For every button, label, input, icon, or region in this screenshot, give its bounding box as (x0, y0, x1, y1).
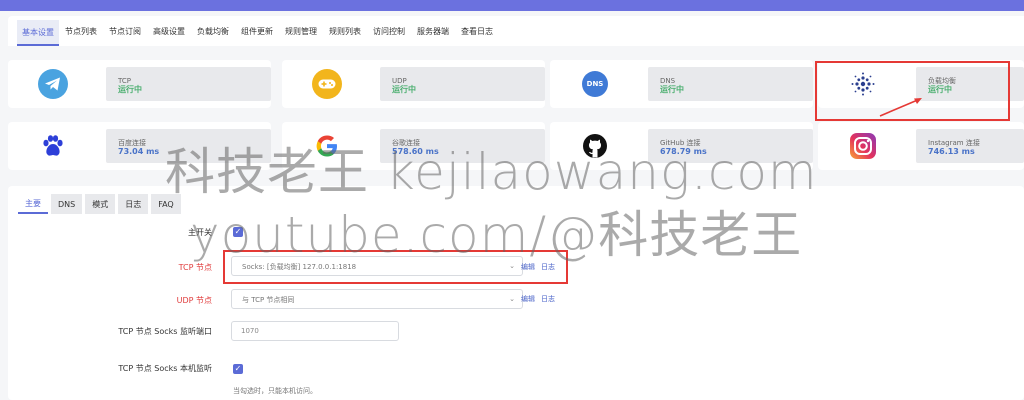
socks-port-input[interactable]: 1070 (231, 321, 399, 341)
tab-component-update[interactable]: 组件更新 (235, 16, 279, 46)
card-latency: 678.79 ms (660, 147, 707, 156)
annotation-arrow (879, 98, 922, 117)
status-card-baidu: 百度连接 73.04 ms (8, 122, 271, 170)
top-header-bar (0, 0, 1024, 11)
socks-local-hint: 当勾选时，只能本机访问。 (233, 387, 317, 395)
tab-rule-list[interactable]: 规则列表 (323, 16, 367, 46)
tab-view-logs[interactable]: 查看日志 (455, 16, 499, 46)
tab-basic-settings[interactable]: 基本设置 (17, 20, 59, 46)
card-name: 谷歌连接 (392, 139, 420, 147)
dns-icon: DNS (550, 60, 640, 108)
card-latency: 746.13 ms (928, 147, 975, 156)
socks-port-label: TCP 节点 Socks 监听端口 (118, 327, 212, 336)
card-latency: 578.60 ms (392, 147, 439, 156)
tab-node-list[interactable]: 节点列表 (59, 16, 103, 46)
card-name: Instagram 连接 (928, 139, 980, 147)
main-nav-tabs: 基本设置 节点列表 节点订阅 高级设置 负载均衡 组件更新 规则管理 规则列表 … (8, 16, 1024, 46)
instagram-icon (818, 122, 908, 170)
tab-server[interactable]: 服务器端 (411, 16, 455, 46)
telegram-icon (8, 60, 98, 108)
chevron-down-icon: ⌄ (509, 295, 515, 303)
card-name: TCP (118, 77, 131, 85)
card-name: UDP (392, 77, 407, 85)
status-card-instagram: Instagram 连接 746.13 ms (818, 122, 1024, 170)
status-card-dns: DNS DNS 运行中 (550, 60, 813, 108)
card-status: 运行中 (118, 85, 142, 94)
subtab-mode[interactable]: 模式 (85, 194, 116, 214)
udp-edit-link[interactable]: 编辑 (521, 294, 535, 304)
status-card-tcp: TCP 运行中 (8, 60, 271, 108)
subtab-dns[interactable]: DNS (51, 194, 83, 214)
tab-access-control[interactable]: 访问控制 (367, 16, 411, 46)
tab-advanced-settings[interactable]: 高级设置 (147, 16, 191, 46)
settings-sub-tabs: 主要 DNS 模式 日志 FAQ (18, 194, 184, 214)
dns-icon-label: DNS (582, 71, 608, 97)
card-status: 运行中 (392, 85, 416, 94)
google-icon (282, 122, 372, 170)
status-card-github: GitHub 连接 678.79 ms (550, 122, 813, 170)
status-card-udp: UDP 运行中 (282, 60, 545, 108)
card-latency: 73.04 ms (118, 147, 160, 156)
main-switch-checkbox[interactable]: ✓ (233, 227, 243, 237)
socks-local-label: TCP 节点 Socks 本机监听 (118, 364, 212, 373)
status-card-google: 谷歌连接 578.60 ms (282, 122, 545, 170)
gamepad-icon (282, 60, 372, 108)
subtab-log[interactable]: 日志 (118, 194, 149, 214)
subtab-faq[interactable]: FAQ (151, 194, 181, 214)
github-icon (550, 122, 640, 170)
card-status: 运行中 (660, 85, 684, 94)
baidu-paw-icon (8, 122, 98, 170)
card-name: DNS (660, 77, 676, 85)
tab-load-balance[interactable]: 负载均衡 (191, 16, 235, 46)
socks-local-checkbox[interactable]: ✓ (233, 364, 243, 374)
udp-node-value: 与 TCP 节点相同 (242, 296, 295, 304)
subtab-main[interactable]: 主要 (18, 194, 48, 214)
card-name: 百度连接 (118, 139, 146, 147)
settings-panel: 主要 DNS 模式 日志 FAQ 主开关 ✓ TCP 节点 Socks: [负载… (8, 186, 1024, 400)
udp-node-label: UDP 节点 (176, 296, 212, 305)
card-name: GitHub 连接 (660, 139, 701, 147)
udp-node-select[interactable]: 与 TCP 节点相同 ⌄ (231, 289, 523, 309)
tab-node-subscribe[interactable]: 节点订阅 (103, 16, 147, 46)
tcp-node-label: TCP 节点 (178, 263, 212, 272)
highlight-box-tcp-node (223, 250, 568, 284)
main-switch-label: 主开关 (188, 228, 212, 237)
tab-rule-manage[interactable]: 规则管理 (279, 16, 323, 46)
udp-log-link[interactable]: 日志 (541, 294, 555, 304)
